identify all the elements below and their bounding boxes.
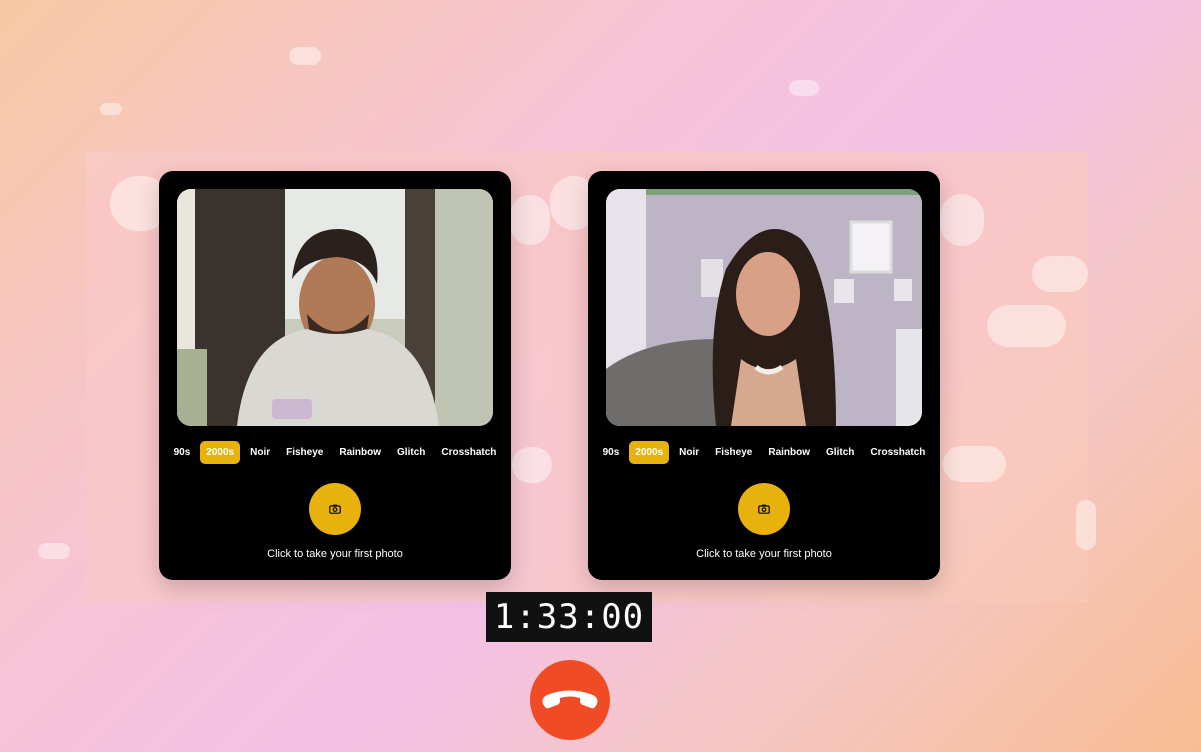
photo-hint: Click to take your first photo	[696, 548, 832, 560]
background-cloud	[940, 194, 984, 246]
background-cloud	[789, 80, 819, 96]
filter-fisheye[interactable]: Fisheye	[280, 441, 329, 464]
background-cloud	[38, 543, 70, 559]
filter-glitch[interactable]: Glitch	[391, 441, 431, 464]
photo-hint: Click to take your first photo	[267, 548, 403, 560]
hang-up-button[interactable]	[530, 660, 610, 740]
background-cloud	[289, 47, 321, 65]
camera-feed-image	[177, 189, 493, 426]
call-timer: 1:33:00	[486, 592, 652, 642]
filter-90s[interactable]: 90s	[597, 441, 626, 464]
filter-bar: 90s 2000s Noir Fisheye Rainbow Glitch Cr…	[588, 439, 940, 465]
filter-glitch[interactable]: Glitch	[820, 441, 860, 464]
filter-2000s[interactable]: 2000s	[200, 440, 241, 464]
filter-rainbow[interactable]: Rainbow	[762, 441, 816, 464]
background-cloud	[943, 446, 1006, 482]
filter-crosshatch[interactable]: Crosshatch	[864, 441, 931, 464]
filter-bar: 90s 2000s Noir Fisheye Rainbow Glitch Cr…	[159, 439, 511, 465]
participant-card-right: 90s 2000s Noir Fisheye Rainbow Glitch Cr…	[588, 171, 940, 580]
video-feed-left	[177, 189, 493, 426]
background-cloud	[1076, 500, 1096, 550]
filter-crosshatch[interactable]: Crosshatch	[435, 441, 502, 464]
background-cloud	[987, 305, 1066, 347]
filter-noir[interactable]: Noir	[244, 441, 276, 464]
background-cloud	[510, 195, 550, 245]
camera-icon	[329, 504, 341, 514]
background-cloud	[1032, 256, 1088, 292]
filter-fisheye[interactable]: Fisheye	[709, 441, 758, 464]
participant-card-left: 90s 2000s Noir Fisheye Rainbow Glitch Cr…	[159, 171, 511, 580]
camera-icon	[758, 504, 770, 514]
filter-noir[interactable]: Noir	[673, 441, 705, 464]
take-photo-button[interactable]	[738, 483, 790, 535]
filter-2000s[interactable]: 2000s	[629, 440, 670, 464]
filter-rainbow[interactable]: Rainbow	[333, 441, 387, 464]
background-cloud	[512, 447, 552, 483]
background-cloud	[100, 103, 122, 115]
phone-hangup-icon	[542, 690, 598, 709]
video-feed-right	[606, 189, 922, 426]
filter-90s[interactable]: 90s	[168, 441, 197, 464]
take-photo-button[interactable]	[309, 483, 361, 535]
camera-feed-image	[606, 189, 922, 426]
